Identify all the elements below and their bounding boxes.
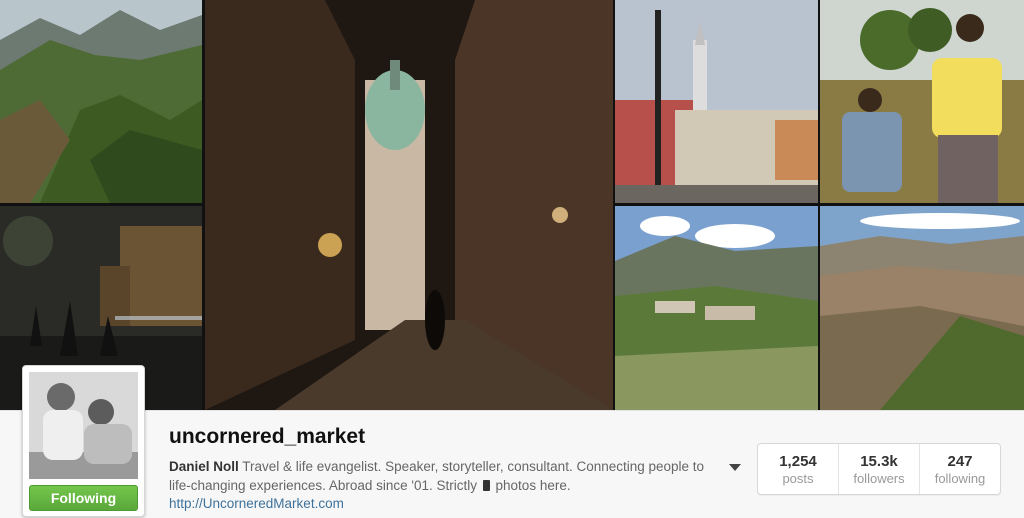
stat-posts-label: posts — [782, 471, 814, 486]
profile-website-link[interactable]: http://UncorneredMarket.com — [169, 496, 344, 511]
town-square-clock-tower-photo[interactable] — [615, 0, 818, 203]
children-portrait-photo[interactable] — [820, 0, 1024, 203]
stat-followers-label: followers — [853, 471, 905, 486]
green-hills-village-photo[interactable] — [615, 206, 818, 410]
stat-followers[interactable]: 15.3k followers — [838, 444, 919, 494]
stat-following-value: 247 — [947, 453, 973, 470]
cover-photo-mosaic — [0, 0, 1024, 410]
profile-username: uncornered_market — [169, 425, 366, 448]
profile-bio: Daniel Noll Travel & life evangelist. Sp… — [169, 457, 729, 495]
bio-text-end: photos here. — [495, 478, 571, 493]
bio-text: Travel & life evangelist. Speaker, story… — [169, 459, 705, 493]
following-button[interactable]: Following — [29, 485, 138, 511]
profile-stats: 1,254 posts 15.3k followers 247 followin… — [757, 443, 1001, 495]
stat-following-label: following — [934, 471, 986, 486]
mountain-ridges-photo[interactable] — [820, 206, 1024, 410]
avatar[interactable] — [29, 372, 138, 479]
mobile-phone-icon — [482, 480, 490, 491]
mountain-valley-photo[interactable] — [0, 0, 202, 203]
stat-following[interactable]: 247 following — [919, 444, 1000, 494]
stat-followers-value: 15.3k — [860, 453, 898, 470]
night-street-tower-photo[interactable] — [205, 0, 613, 410]
profile-avatar-card: Following — [22, 365, 145, 517]
stat-posts-value: 1,254 — [779, 453, 817, 470]
stat-posts[interactable]: 1,254 posts — [758, 444, 838, 494]
profile-full-name: Daniel Noll — [169, 459, 239, 474]
chevron-down-icon[interactable] — [729, 464, 741, 471]
